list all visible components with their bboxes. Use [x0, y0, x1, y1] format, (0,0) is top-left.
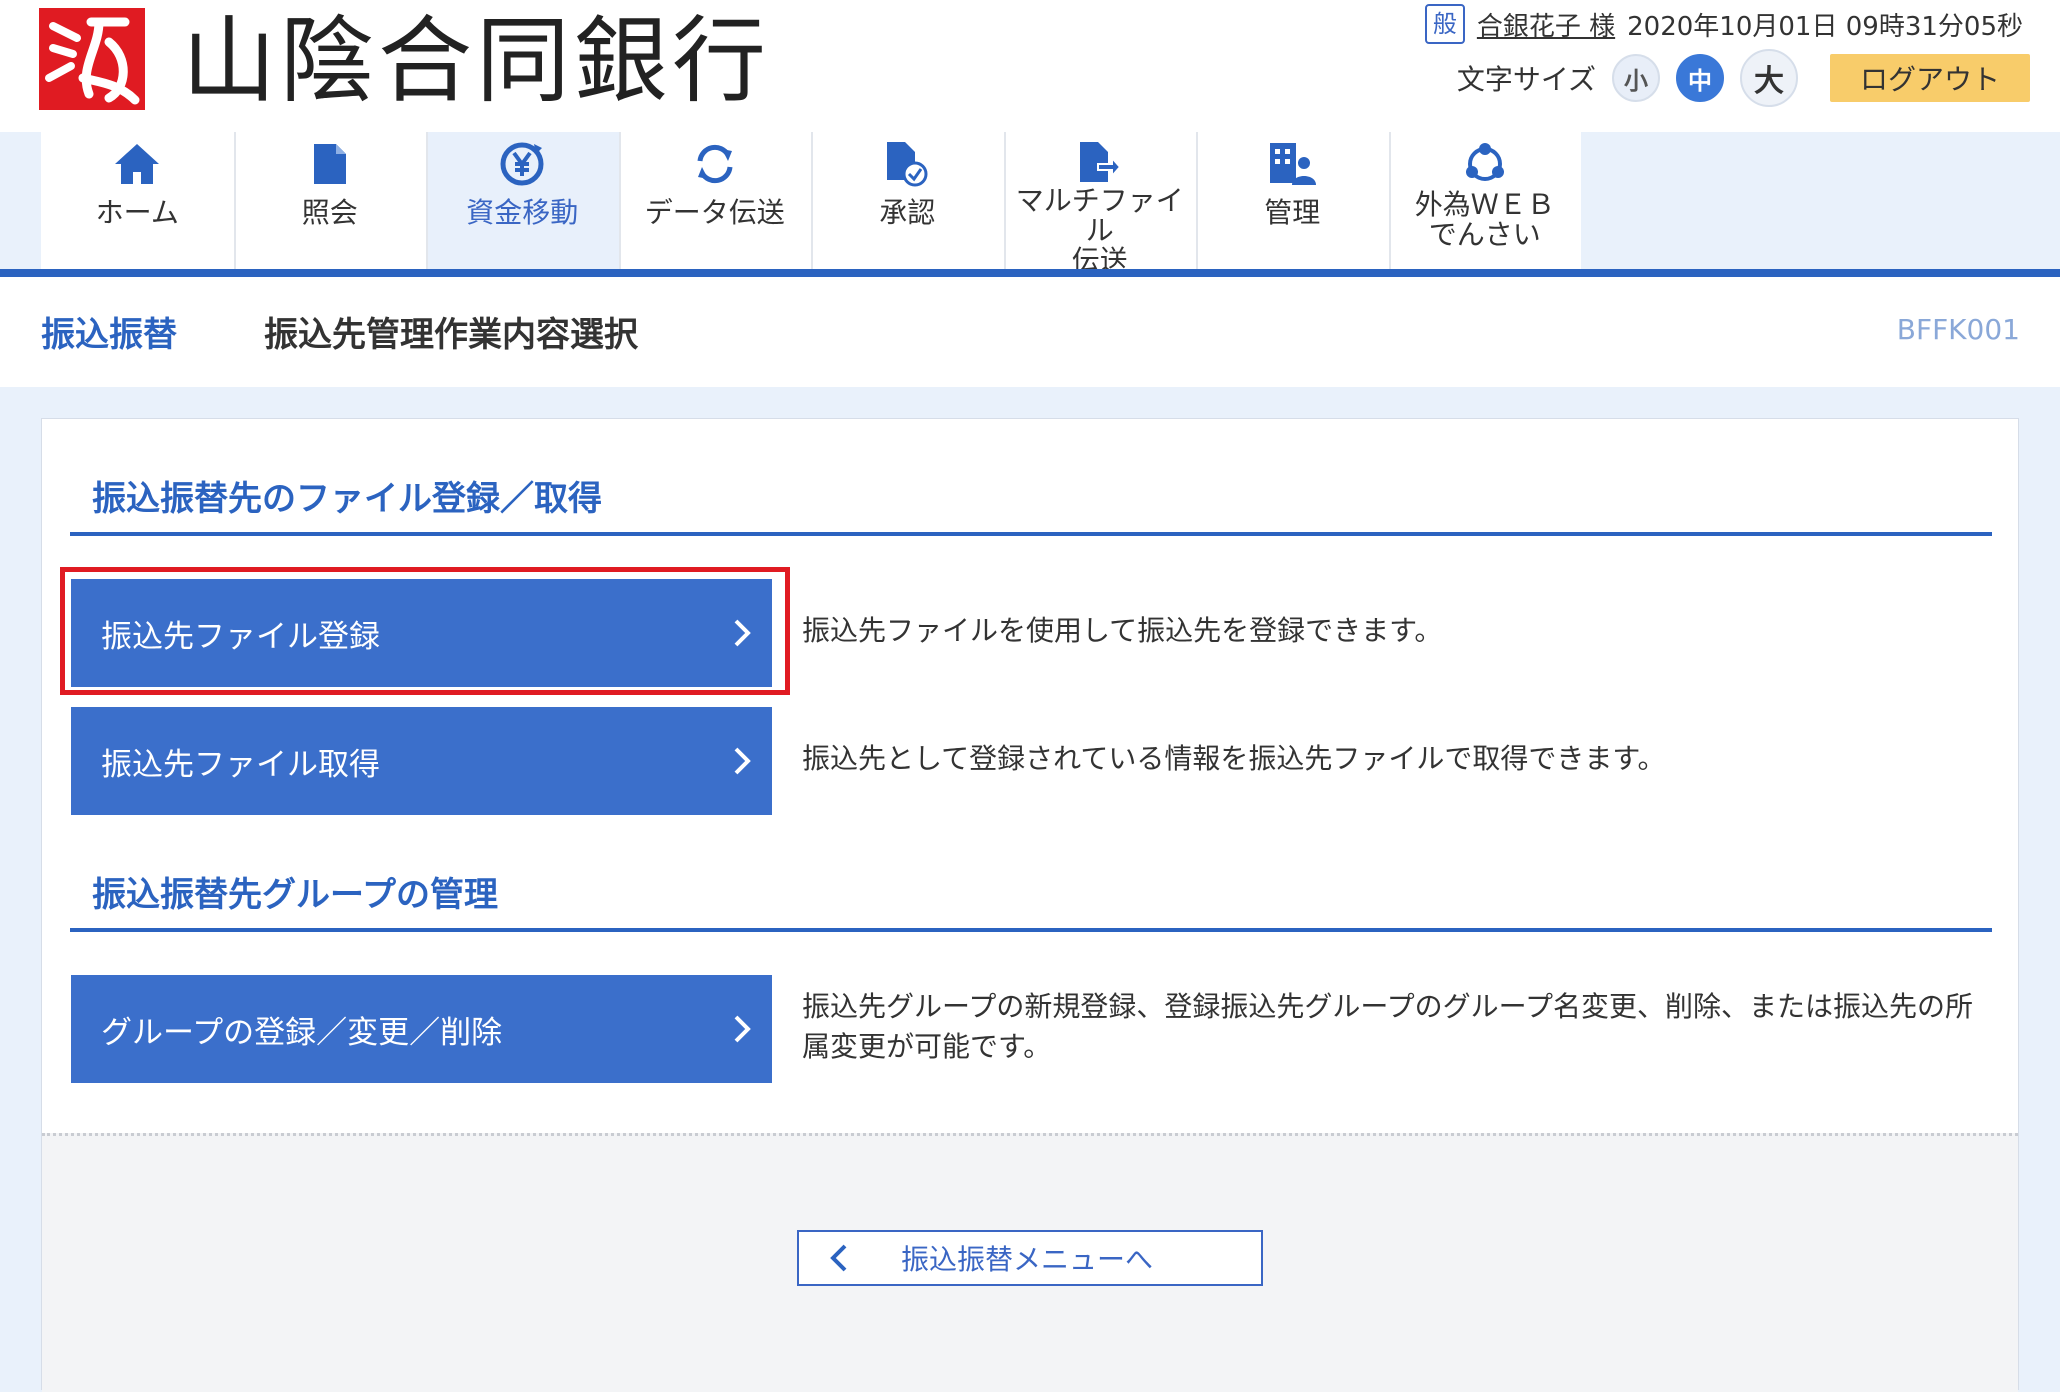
nav-item-inquiry[interactable]: 照会: [233, 132, 426, 269]
main-panel: 振込振替先のファイル登録／取得 振込先ファイル登録 振込先ファイルを使用して振込…: [41, 418, 2019, 1392]
user-info: 般 合銀花子 様 2020年10月01日 09時31分05秒: [1424, 4, 2023, 44]
get-file-label: 振込先ファイル取得: [101, 746, 380, 783]
file-transfer-icon: [1078, 140, 1122, 184]
nav-item-label: 承認: [879, 196, 936, 229]
nav-item-label: データ伝送: [644, 196, 785, 229]
nav-item-approval[interactable]: 承認: [811, 132, 1004, 269]
group-manage-label: グループの登録／変更／削除: [101, 1014, 503, 1051]
yen-transfer-icon: [498, 140, 546, 188]
nav-item-label: 管理: [1264, 196, 1321, 229]
font-size-small-button[interactable]: 小: [1612, 54, 1660, 102]
nav-item-admin[interactable]: 管理: [1196, 132, 1389, 269]
nav-item-label: ホーム: [95, 196, 179, 229]
font-size-medium-button[interactable]: 中: [1676, 54, 1724, 102]
font-size-large-button[interactable]: 大: [1740, 49, 1798, 107]
user-name-link[interactable]: 合銀花子 様: [1477, 6, 1615, 43]
get-file-button[interactable]: 振込先ファイル取得: [71, 707, 772, 815]
get-file-desc: 振込先として登録されている情報を振込先ファイルで取得できます。: [802, 742, 1666, 775]
document-icon: [312, 140, 348, 188]
nav-item-forex-densai[interactable]: 外為ＷＥＢ でんさい: [1388, 132, 1581, 269]
group-manage-desc: 振込先グループの新規登録、登録振込先グループのグループ名変更、削除、または振込先…: [802, 990, 1973, 1063]
register-file-button[interactable]: 振込先ファイル登録: [71, 579, 772, 687]
register-file-label: 振込先ファイル登録: [101, 618, 380, 655]
exchange-cycle-icon: [1462, 140, 1508, 188]
nav-item-fund-transfer[interactable]: 資金移動: [426, 132, 619, 269]
nav-item-data-transmission[interactable]: データ伝送: [618, 132, 811, 269]
nav-item-multi-file[interactable]: マルチファイル 伝送: [1003, 132, 1196, 276]
register-file-desc: 振込先ファイルを使用して振込先を登録できます。: [802, 614, 1443, 647]
group-manage-button[interactable]: グループの登録／変更／削除: [71, 975, 772, 1083]
header-controls: 文字サイズ 小 中 大 ログアウト: [1456, 49, 2030, 107]
back-to-menu-label: 振込振替メニューへ: [901, 1243, 1154, 1276]
bank-logo-icon: [39, 8, 145, 110]
chevron-right-icon: [712, 1014, 772, 1044]
section-heading-group: 振込振替先グループの管理: [92, 875, 498, 915]
page-title: 振込先管理作業内容選択: [264, 315, 638, 355]
section-divider: [70, 928, 1992, 932]
font-size-label: 文字サイズ: [1456, 63, 1596, 96]
home-icon: [113, 140, 161, 188]
section-heading-file: 振込振替先のファイル登録／取得: [92, 479, 602, 519]
chevron-right-icon: [712, 618, 772, 648]
breadcrumb: 振込振替: [41, 315, 177, 355]
screen-id: BFFK001: [1896, 313, 2020, 346]
user-type-badge: 般: [1424, 4, 1465, 44]
approve-document-icon: [885, 140, 929, 188]
nav-item-label: 資金移動: [466, 196, 579, 229]
sync-icon: [692, 140, 738, 188]
logout-button[interactable]: ログアウト: [1830, 54, 2030, 102]
nav-underline: [0, 269, 2060, 277]
footer-area: 振込振替メニューへ: [42, 1133, 2018, 1392]
bank-name: 山陰合同銀行: [182, 7, 771, 116]
section-divider: [70, 532, 1992, 536]
nav-item-label: 外為ＷＥＢ でんさい: [1414, 188, 1555, 251]
admin-icon: [1268, 140, 1317, 188]
nav-item-label: 照会: [301, 196, 358, 229]
nav-item-home[interactable]: ホーム: [41, 132, 234, 269]
nav-item-label: マルチファイル 伝送: [1015, 184, 1184, 277]
back-to-menu-button[interactable]: 振込振替メニューへ: [797, 1230, 1263, 1286]
header: 山陰合同銀行 般 合銀花子 様 2020年10月01日 09時31分05秒 文字…: [0, 0, 2060, 132]
title-band: 振込振替 振込先管理作業内容選択 BFFK001: [0, 277, 2060, 387]
login-datetime: 2020年10月01日 09時31分05秒: [1627, 11, 2023, 42]
chevron-left-icon: [799, 1243, 879, 1273]
global-nav: ホーム 照会 資金移動 データ伝送 承認 マルチファイル 伝送 管理 外為ＷＥＢ…: [41, 132, 1581, 276]
chevron-right-icon: [712, 746, 772, 776]
